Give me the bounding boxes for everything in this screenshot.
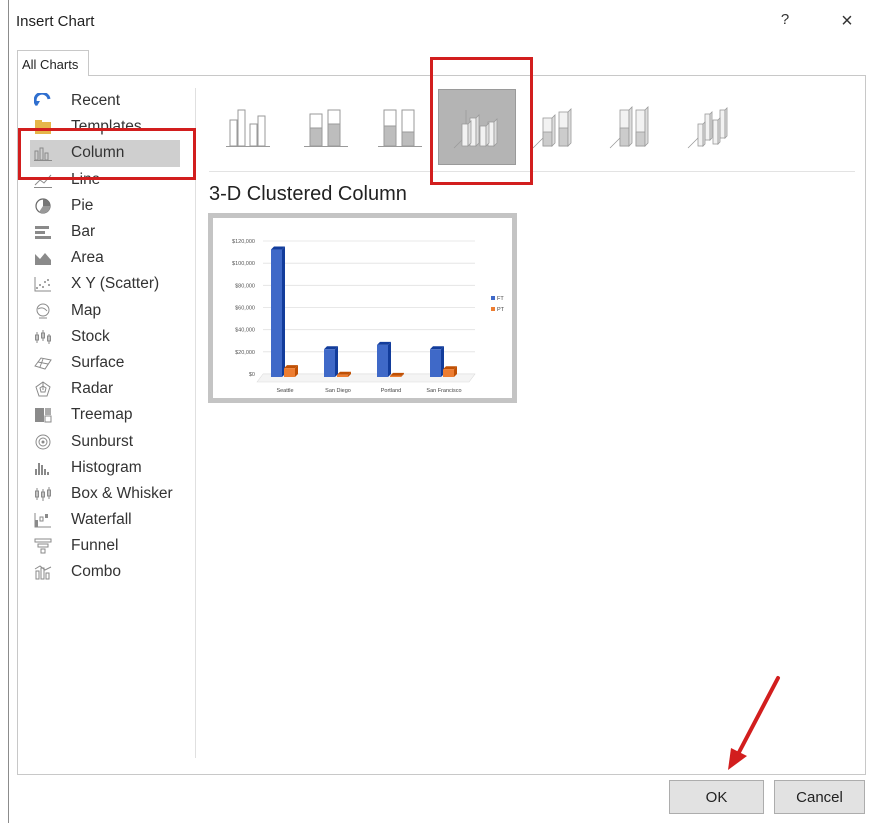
annotation-box-subtype bbox=[430, 57, 533, 185]
bar-side-ft bbox=[335, 346, 338, 377]
ok-button[interactable]: OK bbox=[669, 780, 764, 814]
help-button[interactable]: ? bbox=[775, 11, 795, 33]
sidebar-item-label: Recent bbox=[71, 92, 121, 110]
sidebar-item-pie[interactable]: Pie bbox=[18, 193, 196, 219]
window-left-border bbox=[8, 0, 9, 823]
bar-ft bbox=[271, 249, 282, 377]
sidebar-item-label: Radar bbox=[71, 380, 114, 398]
area-chart-icon bbox=[32, 249, 54, 267]
x-category-label: San Francisco bbox=[426, 388, 461, 394]
sidebar-item-waterfall[interactable]: Waterfall bbox=[18, 507, 196, 533]
bar-chart-icon bbox=[32, 223, 54, 241]
recent-icon bbox=[32, 92, 54, 110]
bar-side-ft bbox=[282, 246, 285, 377]
sidebar-item-sunburst[interactable]: Sunburst bbox=[18, 428, 196, 454]
funnel-chart-icon bbox=[32, 537, 54, 555]
legend-label: PT bbox=[497, 307, 505, 313]
sidebar-item-stock[interactable]: Stock bbox=[18, 324, 196, 350]
y-tick-label: $0 bbox=[249, 372, 255, 378]
chart-subtype-gallery bbox=[209, 89, 859, 167]
radar-chart-icon bbox=[32, 380, 54, 398]
sidebar-item-funnel[interactable]: Funnel bbox=[18, 533, 196, 559]
sidebar-item-label: Histogram bbox=[71, 458, 142, 476]
sidebar-item-label: Area bbox=[71, 249, 104, 267]
sidebar-item-label: Funnel bbox=[71, 537, 119, 555]
y-tick-label: $40,000 bbox=[235, 328, 255, 334]
map-chart-icon bbox=[32, 302, 54, 320]
3d-100-stacked-column-icon[interactable] bbox=[594, 89, 672, 165]
stacked-column-icon[interactable] bbox=[287, 89, 365, 165]
bar-pt bbox=[443, 369, 454, 377]
bar-ft bbox=[377, 344, 388, 377]
surface-chart-icon bbox=[32, 354, 54, 372]
bar-ft bbox=[430, 349, 441, 377]
y-tick-label: $100,000 bbox=[232, 261, 255, 267]
legend-swatch-pt bbox=[491, 307, 495, 311]
sidebar-item-bar[interactable]: Bar bbox=[18, 219, 196, 245]
y-tick-label: $20,000 bbox=[235, 350, 255, 356]
cancel-button[interactable]: Cancel bbox=[774, 780, 865, 814]
annotation-box-column bbox=[18, 128, 196, 180]
sidebar-item-histogram[interactable]: Histogram bbox=[18, 455, 196, 481]
bar-pt bbox=[390, 375, 401, 377]
pie-chart-icon bbox=[32, 197, 54, 215]
tab-all-charts[interactable]: All Charts bbox=[17, 50, 89, 76]
sidebar-item-label: Waterfall bbox=[71, 511, 132, 529]
sidebar-item-label: Map bbox=[71, 301, 102, 319]
sidebar-item-label: Pie bbox=[71, 196, 94, 214]
close-button[interactable]: × bbox=[836, 9, 858, 33]
sidebar-item-combo[interactable]: Combo bbox=[18, 559, 196, 585]
legend-swatch-ft bbox=[491, 296, 495, 300]
waterfall-chart-icon bbox=[32, 511, 54, 529]
dialog-title: Insert Chart bbox=[16, 13, 95, 30]
y-tick-label: $60,000 bbox=[235, 306, 255, 312]
sidebar-divider bbox=[195, 88, 196, 758]
sidebar-item-map[interactable]: Map bbox=[18, 298, 196, 324]
chart-preview[interactable]: $0 $20,000 $40,000 $60,000 $80,000 $100,000 $1… bbox=[208, 213, 517, 403]
bar-pt bbox=[284, 368, 295, 377]
y-tick-label: $80,000 bbox=[235, 283, 255, 289]
3d-column-icon[interactable] bbox=[672, 89, 750, 165]
sidebar-item-label: Stock bbox=[71, 327, 110, 345]
x-category-label: Seattle bbox=[276, 388, 293, 394]
scatter-chart-icon bbox=[32, 275, 54, 293]
sidebar-item-label: Combo bbox=[71, 563, 121, 581]
x-category-label: San Diego bbox=[325, 388, 351, 394]
subtype-title: 3-D Clustered Column bbox=[209, 183, 407, 205]
sidebar-item-recent[interactable]: Recent bbox=[18, 88, 196, 114]
sidebar-item-label: Treemap bbox=[71, 406, 133, 424]
sidebar-item-x-y-scatter[interactable]: X Y (Scatter) bbox=[18, 271, 196, 297]
sidebar-item-treemap[interactable]: Treemap bbox=[18, 402, 196, 428]
stock-chart-icon bbox=[32, 328, 54, 346]
bar-pt bbox=[337, 374, 348, 377]
sidebar-item-box-whisker[interactable]: Box & Whisker bbox=[18, 481, 196, 507]
histogram-chart-icon bbox=[32, 459, 54, 477]
sidebar-item-label: Bar bbox=[71, 223, 96, 241]
clustered-column-icon[interactable] bbox=[209, 89, 287, 165]
sunburst-chart-icon bbox=[32, 433, 54, 451]
insert-chart-dialog: Insert Chart ? × All Charts Recent Templa… bbox=[0, 0, 870, 823]
sidebar-item-label: Sunburst bbox=[71, 432, 134, 450]
preview-chart-svg: $0 $20,000 $40,000 $60,000 $80,000 $100,000 $1… bbox=[232, 239, 505, 394]
sidebar-item-label: X Y (Scatter) bbox=[71, 275, 160, 293]
bar-ft bbox=[324, 349, 335, 377]
sidebar-item-label: Box & Whisker bbox=[71, 484, 173, 502]
legend-label: FT bbox=[497, 296, 504, 302]
combo-chart-icon bbox=[32, 563, 54, 581]
box-whisker-chart-icon bbox=[32, 485, 54, 503]
sidebar-item-surface[interactable]: Surface bbox=[18, 350, 196, 376]
title-bar: Insert Chart ? × bbox=[0, 0, 870, 44]
bar-side-ft bbox=[388, 341, 391, 377]
sidebar-item-radar[interactable]: Radar bbox=[18, 376, 196, 402]
x-category-label: Portland bbox=[381, 388, 402, 394]
sidebar-item-label: Surface bbox=[71, 353, 125, 371]
treemap-chart-icon bbox=[32, 406, 54, 424]
y-tick-label: $120,000 bbox=[232, 239, 255, 245]
100-stacked-column-icon[interactable] bbox=[361, 89, 439, 165]
annotation-arrow bbox=[728, 676, 780, 770]
sidebar-item-area[interactable]: Area bbox=[18, 245, 196, 271]
